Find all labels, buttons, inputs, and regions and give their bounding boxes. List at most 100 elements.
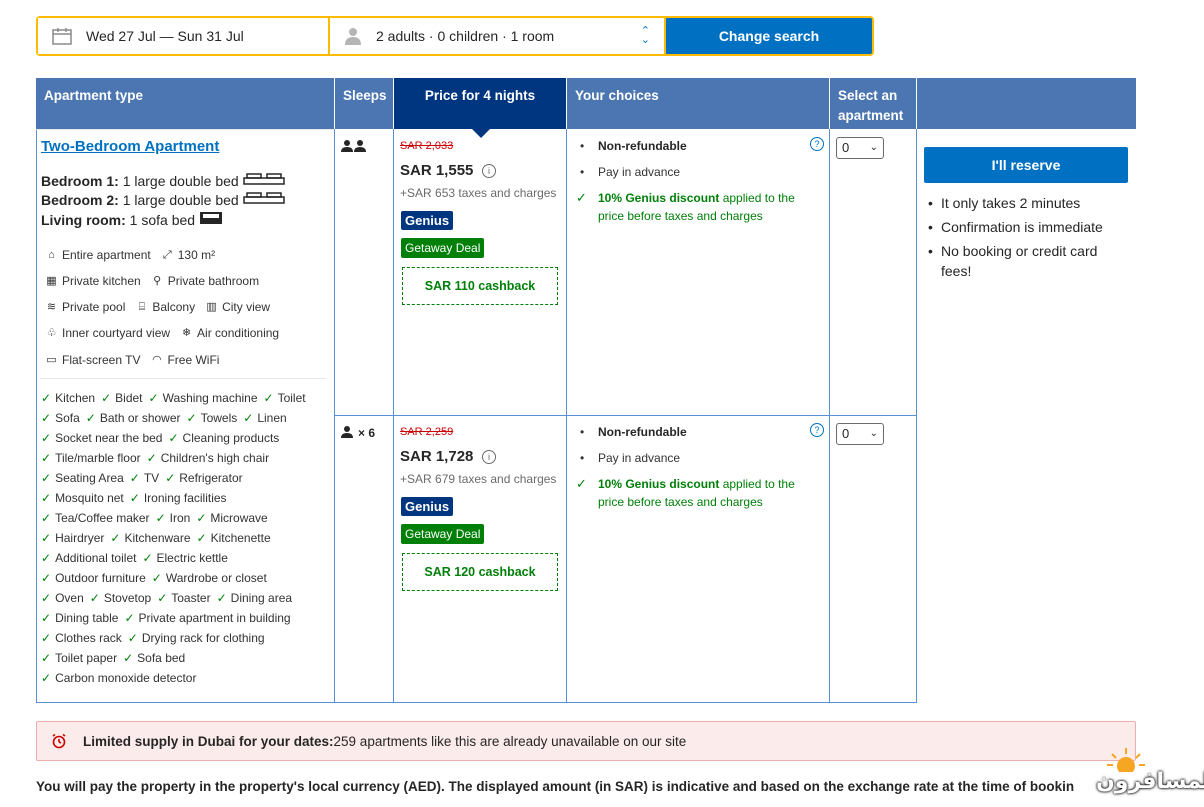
help-icon[interactable]: ? xyxy=(810,137,824,151)
header-apartment-type: Apartment type xyxy=(36,78,334,129)
change-search-button[interactable]: Change search xyxy=(666,18,872,54)
apartment-quantity-select[interactable]: 0 ⌄ xyxy=(836,423,884,445)
amenity-label: TV xyxy=(143,471,160,485)
guests-selector[interactable]: 2 adults · 0 children · 1 room ⌃ ⌄ xyxy=(330,18,664,54)
amenity-row: ✓ Oven ✓ Stovetop ✓ Toaster ✓ Dining area xyxy=(41,591,292,605)
amenity-label: Linen xyxy=(257,411,287,425)
facility-row: ⌂ Entire apartment ⤢ 130 m² xyxy=(45,248,215,262)
search-bar: Wed 27 Jul — Sun 31 Jul 2 adults · 0 chi… xyxy=(36,16,874,56)
bullet: • xyxy=(580,139,585,153)
amenity-label: Toaster xyxy=(171,591,211,605)
amenity-row: ✓ Kitchen ✓ Bidet ✓ Washing machine ✓ Toilet xyxy=(41,391,306,405)
amenity-label: Refrigerator xyxy=(179,471,243,485)
currency-note: You will pay the property in the propert… xyxy=(36,779,1075,794)
header-choices: Your choices xyxy=(567,78,829,129)
amenity-label: Tea/Coffee maker xyxy=(55,511,150,525)
amenity-label: Bath or shower xyxy=(99,411,181,425)
pool-icon: ≋ xyxy=(46,300,57,313)
amenity-label: Private apartment in building xyxy=(138,611,291,625)
dates-text: Wed 27 Jul — Sun 31 Jul xyxy=(86,28,244,44)
amenity-row: ✓ Outdoor furniture ✓ Wardrobe or closet xyxy=(41,571,267,585)
amenity-label: Washing machine xyxy=(162,391,258,405)
reserve-button[interactable]: I'll reserve xyxy=(924,147,1128,183)
amenity-label: Kitchenware xyxy=(124,531,191,545)
check-icon: ✓ xyxy=(157,591,168,605)
check-icon: ✓ xyxy=(148,391,159,405)
amenity-label: Kitchen xyxy=(55,391,96,405)
apartment-quantity-select[interactable]: 0 ⌄ xyxy=(836,137,884,159)
bed-label: Bedroom 2: xyxy=(41,192,119,208)
alert-text: 259 apartments like this are already una… xyxy=(333,733,687,749)
amenity-label: Kitchenette xyxy=(210,531,271,545)
genius-badge: Genius xyxy=(401,211,454,230)
check-icon: ✓ xyxy=(41,591,52,605)
amenity-label: Wardrobe or closet xyxy=(165,571,267,585)
check-icon: ✓ xyxy=(155,511,166,525)
bed-label: Living room: xyxy=(41,212,126,228)
amenity-label: Additional toilet xyxy=(55,551,137,565)
check-icon: ✓ xyxy=(165,471,176,485)
getaway-deal-badge: Getaway Deal xyxy=(401,524,485,544)
tree-icon: ♧ xyxy=(46,326,57,339)
facility-label: Entire apartment xyxy=(62,248,151,262)
check-icon: ✓ xyxy=(196,531,207,545)
check-icon: ✓ xyxy=(89,591,100,605)
two-persons-icon xyxy=(341,140,366,152)
check-icon: ✓ xyxy=(41,491,52,505)
cashback-box: SAR 120 cashback xyxy=(402,553,558,591)
check-icon: ✓ xyxy=(41,511,52,525)
check-icon: ✓ xyxy=(41,551,52,565)
check-icon: ✓ xyxy=(168,431,179,445)
tv-icon: ▭ xyxy=(46,353,57,366)
genius-discount-text: 10% Genius discount applied to the price… xyxy=(598,189,808,225)
alert-bold: Limited supply in Dubai for your dates: xyxy=(83,733,334,749)
bed-value: 1 sofa bed xyxy=(129,212,196,228)
check-icon: ✓ xyxy=(123,651,134,665)
check-icon: ✓ xyxy=(243,411,254,425)
check-icon: ✓ xyxy=(41,571,52,585)
info-icon[interactable]: i xyxy=(482,164,496,178)
info-icon[interactable]: i xyxy=(482,450,496,464)
amenity-label: Mosquito net xyxy=(55,491,124,505)
amenity-label: Bidet xyxy=(115,391,143,405)
balcony-icon: ⌸ xyxy=(138,300,146,313)
perk-item: It only takes 2 minutes xyxy=(928,193,1131,213)
header-price: Price for 4 nights xyxy=(394,78,566,129)
check-icon: ✓ xyxy=(146,451,157,465)
room-name-link[interactable]: Two-Bedroom Apartment xyxy=(41,138,219,155)
cashback-box: SAR 110 cashback xyxy=(402,267,558,305)
check-icon: ✓ xyxy=(216,591,227,605)
getaway-deal-badge: Getaway Deal xyxy=(401,238,485,258)
bullet: • xyxy=(580,165,585,179)
discount-bold: 10% Genius discount xyxy=(598,477,720,491)
perk-item: Confirmation is immediate xyxy=(928,217,1131,237)
check-icon: ✓ xyxy=(576,190,587,205)
amenity-label: Towels xyxy=(200,411,238,425)
help-icon[interactable]: ? xyxy=(810,423,824,437)
amenity-row: ✓ Toilet paper ✓ Sofa bed xyxy=(41,651,185,665)
amenity-label: Children's high chair xyxy=(160,451,270,465)
facility-row: ▭ Flat-screen TV ◠ Free WiFi xyxy=(45,353,219,367)
choice-non-refundable: Non-refundable xyxy=(598,425,687,439)
check-icon: ✓ xyxy=(41,471,52,485)
sleeps-count: × 6 xyxy=(358,426,376,440)
amenity-label: Microwave xyxy=(210,511,268,525)
check-icon: ✓ xyxy=(41,411,52,425)
bed-row: Bedroom 1: 1 large double bed xyxy=(41,172,285,189)
current-price: SAR 1,555 xyxy=(400,162,474,179)
check-icon: ✓ xyxy=(129,471,140,485)
bed-value: 1 large double bed xyxy=(122,192,239,208)
area-icon: ⤢ xyxy=(162,248,172,261)
perk-text: No booking or credit card fees! xyxy=(941,243,1098,279)
date-picker[interactable]: Wed 27 Jul — Sun 31 Jul xyxy=(38,18,328,54)
divider xyxy=(40,378,326,379)
current-price: SAR 1,728 xyxy=(400,448,474,465)
discount-bold: 10% Genius discount xyxy=(598,191,720,205)
wifi-icon: ◠ xyxy=(152,353,162,366)
grid-line xyxy=(334,129,335,703)
amenity-label: Outdoor furniture xyxy=(55,571,146,585)
taxes-text: +SAR 679 taxes and charges xyxy=(400,472,557,486)
amenity-label: Tile/marble floor xyxy=(55,451,141,465)
bullet: • xyxy=(580,425,585,439)
bed-row: Bedroom 2: 1 large double bed xyxy=(41,191,285,208)
